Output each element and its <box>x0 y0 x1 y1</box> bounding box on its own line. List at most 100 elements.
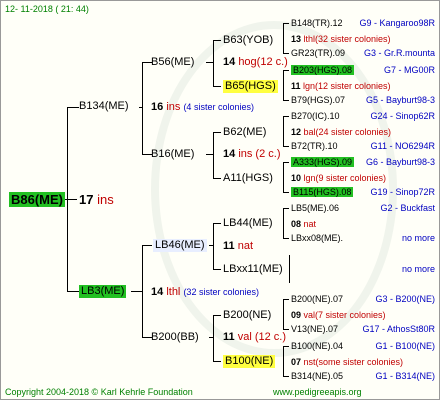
g4-row[interactable]: B115(HGS).08 <box>291 186 354 199</box>
connector <box>213 315 221 316</box>
g3-bird[interactable]: B200(NE) <box>223 309 271 322</box>
g4-row[interactable]: GR23(TR).09 <box>291 47 345 60</box>
connector <box>213 269 221 270</box>
g4-row[interactable]: B148(TR).12 <box>291 17 343 30</box>
g4-id: A333(HGS).09 <box>291 157 355 167</box>
connector <box>283 238 289 239</box>
g3-bird[interactable]: LB44(ME) <box>223 217 273 230</box>
g4-row[interactable]: LB5(ME).06 <box>291 202 339 215</box>
g4-id: B203(HGS).08 <box>291 65 355 75</box>
connector <box>283 116 289 117</box>
dam[interactable]: LB3(ME) <box>79 285 127 298</box>
g4-location: G3 - B200(NE) <box>375 294 435 304</box>
g4-row[interactable]: 12 bal(24 sister colonies) <box>291 126 391 139</box>
connector <box>213 132 214 179</box>
g4-row[interactable]: B100(NE).04 <box>291 340 343 353</box>
g3-bird[interactable]: B100(NE) <box>223 355 276 368</box>
g4-id: B270(IC).10 <box>291 111 340 121</box>
connector <box>283 23 284 53</box>
connector <box>283 70 289 71</box>
g2-info: 11 nat <box>223 240 253 252</box>
g4-row[interactable]: B270(IC).10 <box>291 110 340 123</box>
g4-id: 08 nat <box>291 219 317 229</box>
sire[interactable]: B134(ME) <box>79 100 129 113</box>
g3-bird[interactable]: B62(ME) <box>223 126 266 139</box>
g3-bird[interactable]: B63(YOB) <box>223 34 273 47</box>
g2-info: 14 hog(12 c.) <box>223 56 288 68</box>
g4-row[interactable]: A333(HGS).09 <box>291 156 355 169</box>
g4-row[interactable]: B72(TR).10 <box>291 140 338 153</box>
g4-row[interactable]: B200(NE).07 <box>291 293 343 306</box>
g4-id: 09 val(7 sister colonies) <box>291 310 386 320</box>
connector <box>283 346 284 376</box>
g4-location: G9 - Kangaroo98R <box>359 18 435 28</box>
connector <box>206 62 214 63</box>
g4-row[interactable]: LBxx08(ME). <box>291 232 343 245</box>
connector <box>283 162 289 163</box>
connector <box>283 70 284 100</box>
g4-row[interactable]: 09 val(7 sister colonies) <box>291 309 386 322</box>
connector <box>213 361 221 362</box>
g2-bird[interactable]: LB46(ME) <box>153 239 207 252</box>
site-link[interactable]: www.pedigreeapis.org <box>273 386 362 399</box>
g3-bird[interactable]: A11(HGS) <box>223 172 273 185</box>
connector <box>283 146 289 147</box>
g4-location: G2 - Buckfast <box>380 203 435 213</box>
g4-row[interactable]: 10 lgn(9 sister colonies) <box>291 172 386 185</box>
g4-row[interactable]: B203(HGS).08 <box>291 64 355 77</box>
connector <box>289 255 290 283</box>
g4-row[interactable]: 07 nst(some sister colonies) <box>291 356 403 369</box>
g4-location: G7 - MG00R <box>383 65 435 75</box>
connector <box>283 100 289 101</box>
connector <box>283 162 284 192</box>
g4-location: G11 - NO6294R <box>370 141 435 151</box>
g4-location: G3 - Gr.R.mounta <box>363 48 435 58</box>
g4-location: G24 - Sinop62R <box>370 111 435 121</box>
g4-id: V13(NE).07 <box>291 324 339 334</box>
connector <box>213 223 214 270</box>
g3-bird[interactable]: LBxx11(ME) <box>223 263 283 276</box>
connector <box>283 23 289 24</box>
connector <box>139 107 143 108</box>
subject-bird[interactable]: B86(ME) <box>9 192 66 207</box>
sire-info: 16 ins (4 sister colonies) <box>151 101 254 113</box>
connector <box>142 245 152 246</box>
g4-row[interactable]: 13 lthl(32 sister colonies) <box>291 33 391 46</box>
connector <box>283 53 289 54</box>
g2-bird[interactable]: B16(ME) <box>151 148 194 161</box>
g2-info: 11 val (12 c.) <box>223 331 286 343</box>
connector <box>283 299 289 300</box>
g4-location: no more <box>401 264 435 274</box>
g4-location: G5 - Bayburt98-3 <box>365 95 435 105</box>
g4-row[interactable]: V13(NE).07 <box>291 323 338 336</box>
connector <box>283 299 284 329</box>
g4-row[interactable]: B79(HGS).07 <box>291 94 345 107</box>
g4-id: 07 nst(some sister colonies) <box>291 357 404 367</box>
connector <box>206 154 214 155</box>
g4-id: B100(NE).04 <box>291 341 344 351</box>
connector <box>213 132 221 133</box>
g4-id: B200(NE).07 <box>291 294 344 304</box>
g4-id: 12 bal(24 sister colonies) <box>291 127 392 137</box>
g2-info: 14 ins (2 c.) <box>223 148 281 160</box>
connector <box>283 192 289 193</box>
g4-id: LB5(ME).06 <box>291 203 340 213</box>
connector <box>67 107 79 108</box>
g2-bird[interactable]: B200(BB) <box>151 331 199 344</box>
connector <box>213 86 221 87</box>
g4-id: 10 lgn(9 sister colonies) <box>291 173 387 183</box>
watermark-logo <box>151 21 397 357</box>
g2-bird[interactable]: B56(ME) <box>151 56 194 69</box>
g4-id: GR23(TR).09 <box>291 48 346 58</box>
connector <box>67 291 79 292</box>
pedigree-chart: 12- 11-2018 ( 21: 44) Copyright 2004-201… <box>0 0 440 400</box>
connector <box>213 223 221 224</box>
connector <box>209 337 214 338</box>
g4-row[interactable]: 08 nat <box>291 218 316 231</box>
g3-bird[interactable]: B65(HGS) <box>223 80 278 93</box>
connector <box>142 62 143 154</box>
g4-id: B72(TR).10 <box>291 141 338 151</box>
connector <box>283 208 289 209</box>
g4-row[interactable]: B314(NE).05 <box>291 370 343 383</box>
g4-row[interactable]: 11 lgn(12 sister colonies) <box>291 80 391 93</box>
